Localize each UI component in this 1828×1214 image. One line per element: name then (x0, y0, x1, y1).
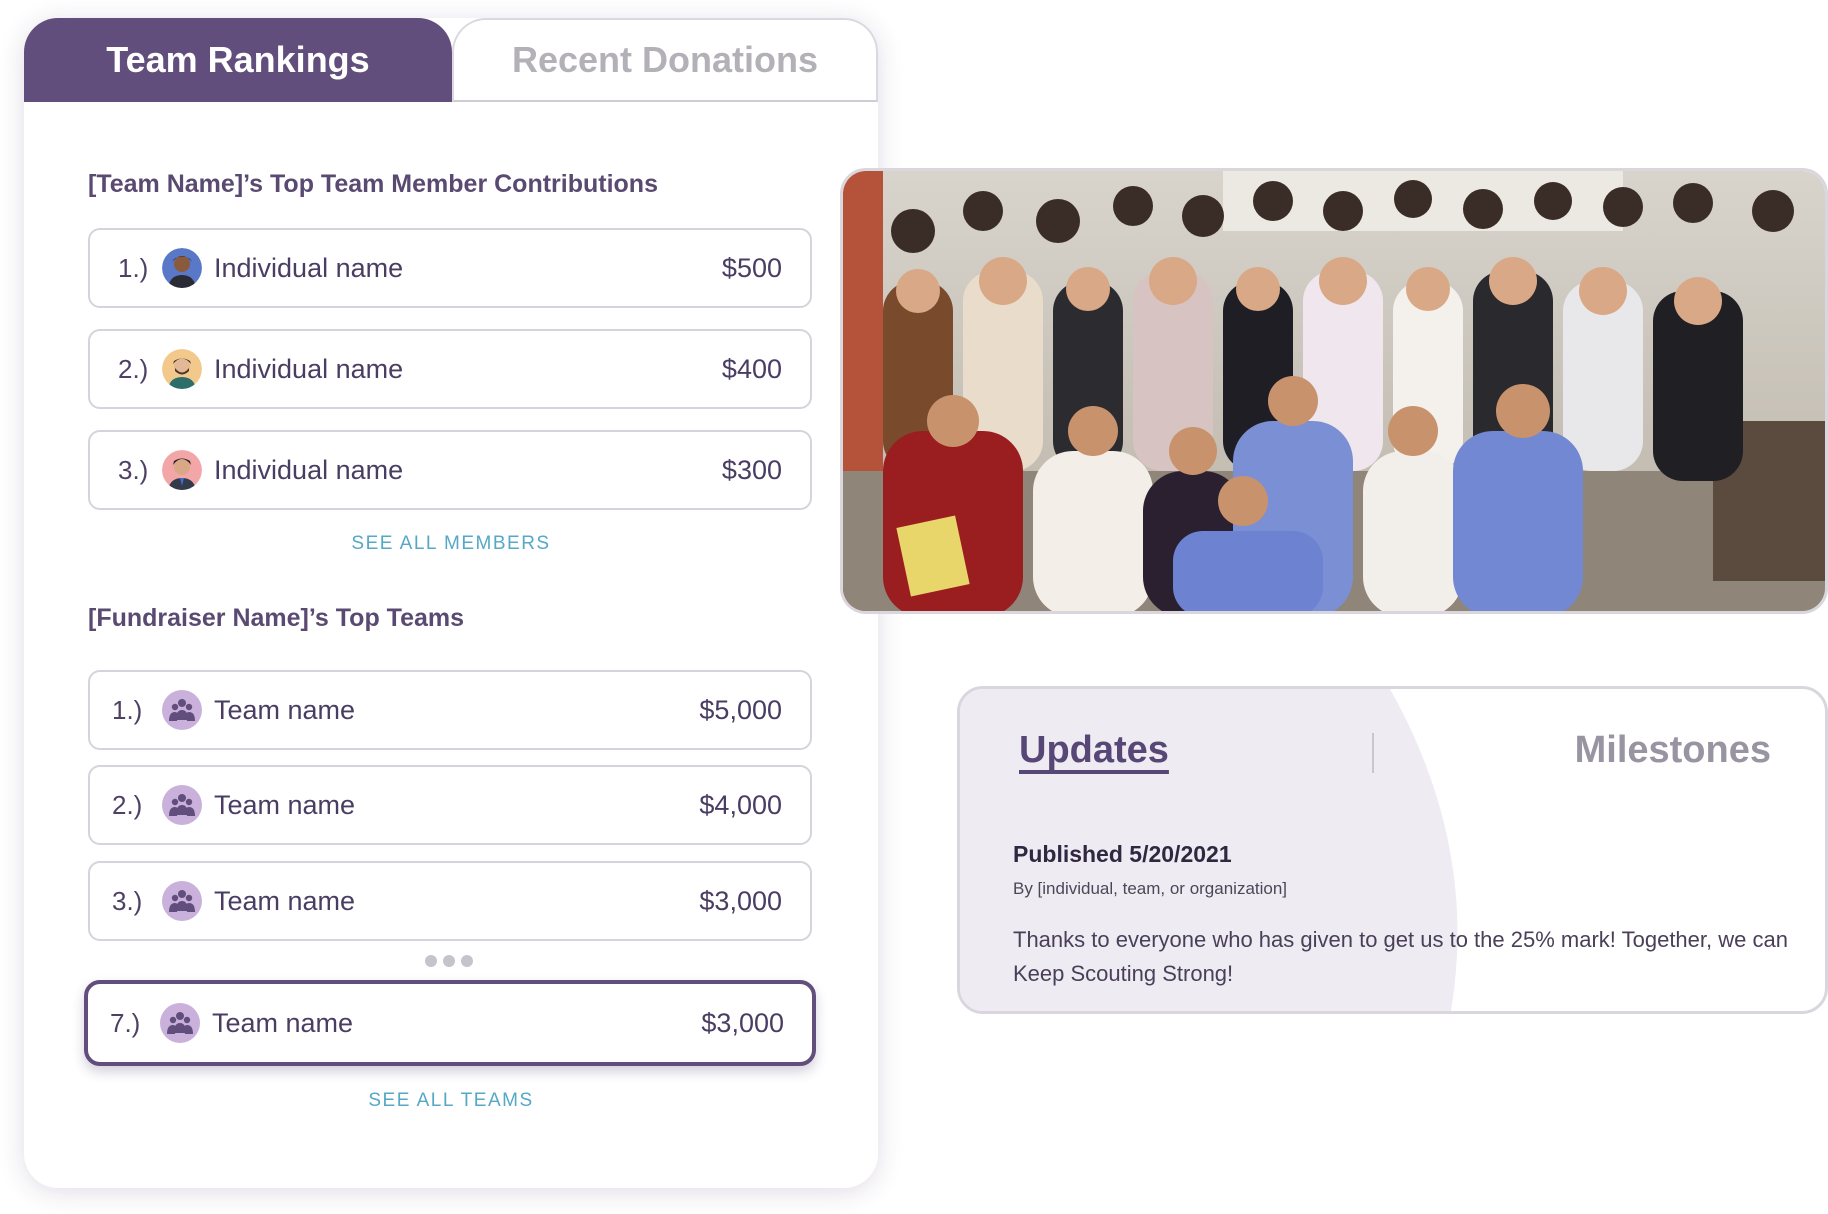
tab-divider (1372, 733, 1374, 773)
member-rank: 3.) (118, 454, 149, 485)
teams-section-title: [Fundraiser Name]’s Top Teams (88, 604, 465, 632)
team-row[interactable]: 1.) Team name $5,000 (88, 670, 812, 750)
team-name: Team name (214, 789, 356, 820)
see-all-teams-link[interactable]: SEE ALL TEAMS (24, 1090, 878, 1112)
member-row[interactable]: 1.) Individual name $500 (88, 228, 812, 308)
team-amount: $4,000 (699, 789, 782, 820)
member-amount: $400 (721, 353, 782, 384)
avatar (162, 349, 202, 389)
published-date: Published 5/20/2021 (1013, 841, 1232, 867)
people-group-icon (160, 1003, 200, 1043)
member-rank: 1.) (118, 252, 149, 283)
team-row-highlighted[interactable]: 7.) Team name $3,000 (84, 980, 816, 1066)
updates-card: Updates Milestones Published 5/20/2021 B… (957, 686, 1828, 1014)
team-row[interactable]: 3.) Team name $3,000 (88, 861, 812, 941)
team-name: Team name (214, 885, 356, 916)
update-message: Thanks to everyone who has given to get … (1013, 927, 1788, 986)
member-row[interactable]: 2.) Individual name $400 (88, 329, 812, 409)
member-row[interactable]: 3.) Individual name $300 (88, 430, 812, 510)
avatar (162, 450, 202, 490)
team-rank: 7.) (110, 1007, 141, 1038)
team-rankings-card: Team Rankings Recent Donations [Team Nam… (24, 18, 878, 1188)
members-section-title: [Team Name]’s Top Team Member Contributi… (88, 170, 658, 198)
team-rank: 2.) (112, 789, 143, 820)
team-name: Team name (212, 1007, 354, 1038)
member-rank: 2.) (118, 353, 149, 384)
member-name: Individual name (214, 454, 404, 485)
people-group-icon (162, 690, 202, 730)
member-amount: $500 (721, 252, 782, 283)
member-name: Individual name (214, 353, 404, 384)
team-name: Team name (214, 694, 356, 725)
member-name: Individual name (214, 252, 404, 283)
team-amount: $5,000 (699, 694, 782, 725)
tab-updates[interactable]: Updates (1019, 729, 1169, 772)
avatar (162, 248, 202, 288)
tab-milestones[interactable]: Milestones (1575, 729, 1771, 772)
see-all-members-link[interactable]: SEE ALL MEMBERS (24, 533, 878, 555)
group-photo (840, 168, 1828, 614)
team-row[interactable]: 2.) Team name $4,000 (88, 765, 812, 845)
tab-team-rankings[interactable]: Team Rankings (24, 18, 452, 102)
update-byline: By [individual, team, or organization] (1013, 879, 1288, 898)
team-rank: 1.) (112, 694, 143, 725)
member-amount: $300 (721, 454, 782, 485)
team-rank: 3.) (112, 885, 143, 916)
tab-recent-donations[interactable]: Recent Donations (452, 18, 878, 102)
team-amount: $3,000 (701, 1007, 784, 1038)
people-group-icon (162, 785, 202, 825)
team-amount: $3,000 (699, 885, 782, 916)
more-rows-ellipsis (425, 955, 473, 967)
people-group-icon (162, 881, 202, 921)
